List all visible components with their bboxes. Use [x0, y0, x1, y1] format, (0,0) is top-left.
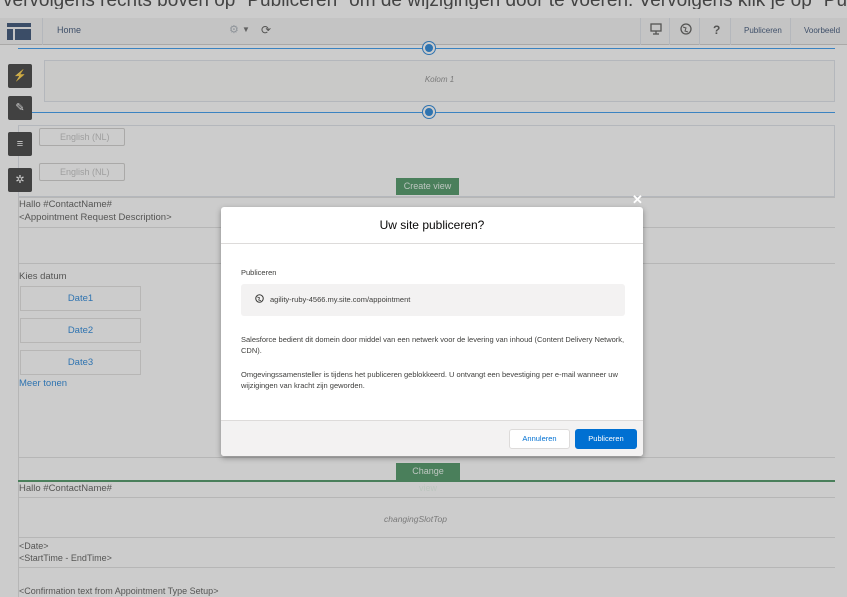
- dialog-title: Uw site publiceren?: [221, 207, 643, 244]
- publish-button[interactable]: Publiceren: [575, 429, 637, 449]
- publish-section-label: Publiceren: [241, 268, 277, 277]
- publish-lock-text: Omgevingssamensteller is tijdens het pub…: [241, 370, 618, 390]
- dialog-footer: Annuleren Publiceren: [221, 420, 643, 456]
- cancel-button[interactable]: Annuleren: [509, 429, 570, 449]
- cdn-info-text: Salesforce bedient dit domein door midde…: [241, 335, 625, 355]
- close-icon[interactable]: ✕: [632, 192, 643, 208]
- site-url-box: agility-ruby-4566.my.site.com/appointmen…: [241, 284, 625, 316]
- globe-icon: [255, 294, 264, 305]
- publish-dialog: Uw site publiceren? Publiceren agility-r…: [221, 207, 643, 456]
- site-url: agility-ruby-4566.my.site.com/appointmen…: [270, 295, 411, 304]
